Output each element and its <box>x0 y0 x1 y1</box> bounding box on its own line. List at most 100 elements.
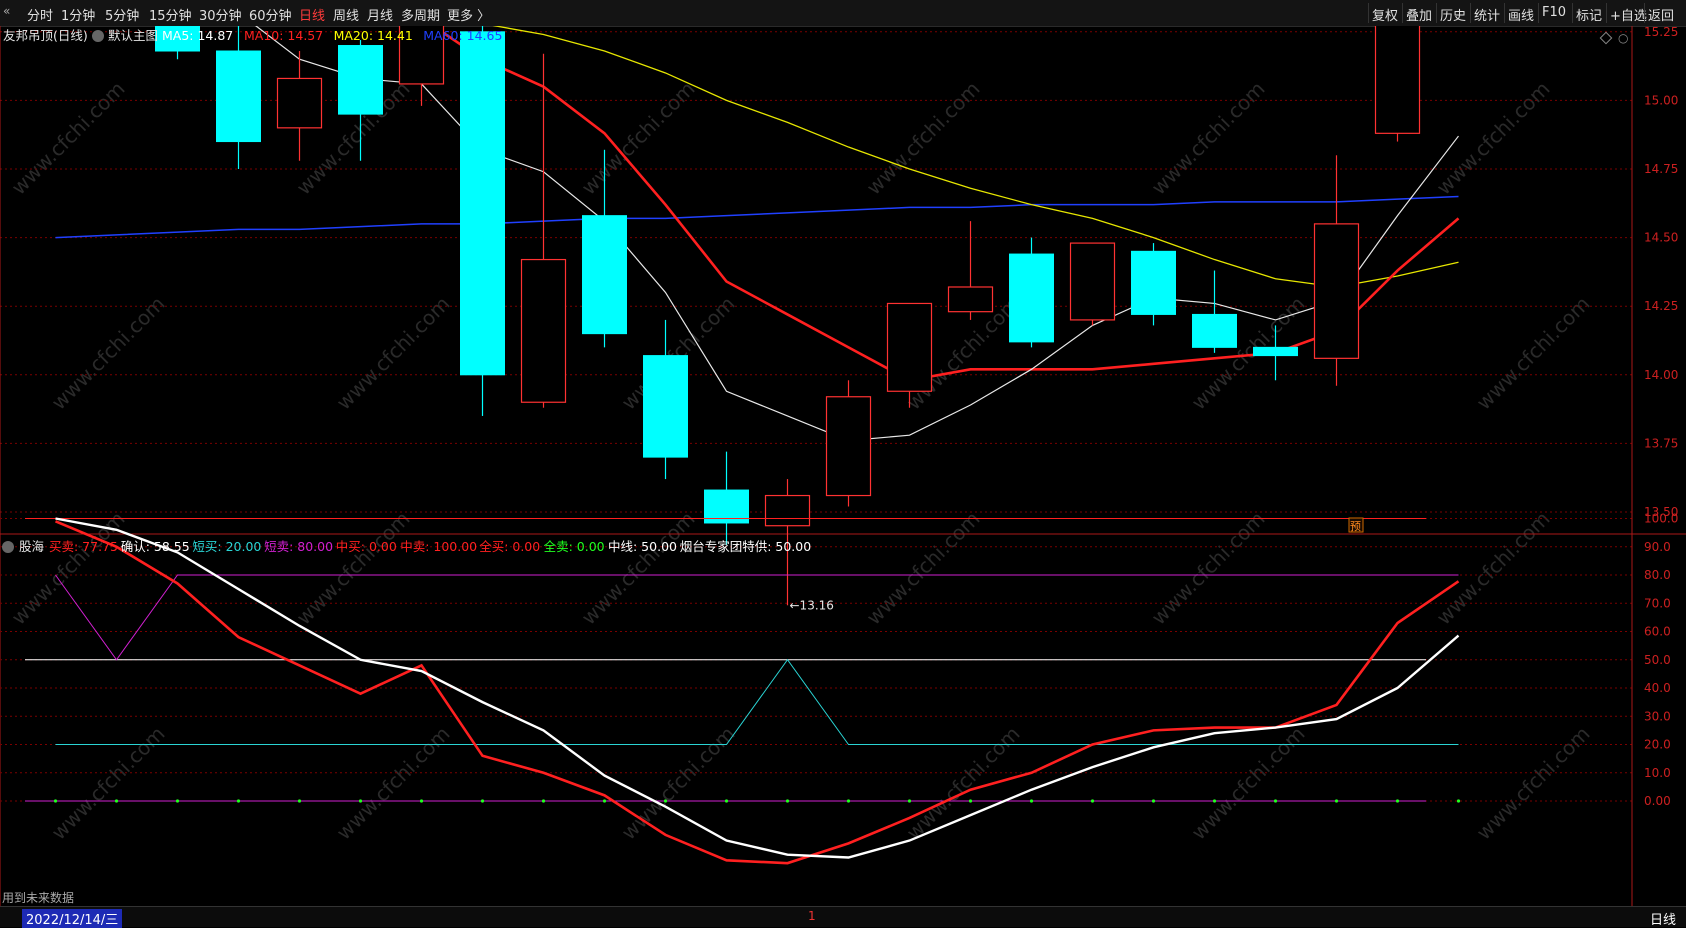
toolbar-button-4[interactable]: 画线 <box>1508 5 1534 24</box>
current-date: 2022/12/14/三 <box>22 909 123 928</box>
indicator-tick-label: 60.0 <box>1644 625 1671 639</box>
toolbar-button-5[interactable]: F10 <box>1542 5 1566 20</box>
indicator-series-2 <box>55 658 1459 745</box>
period-tab-6[interactable]: 日线 <box>299 5 325 24</box>
candle-body <box>338 45 383 115</box>
watermark-text: www.cfchi.com <box>902 722 1025 845</box>
watermark-text: www.cfchi.com <box>1147 507 1270 630</box>
indicator-readout-0: 买卖: 77.75 <box>49 539 118 554</box>
indicator-tick-label: 10.0 <box>1644 766 1671 780</box>
period-tab-1[interactable]: 1分钟 <box>61 5 95 24</box>
zero-dot <box>358 799 363 803</box>
zero-dot <box>175 799 180 803</box>
period-tab-2[interactable]: 5分钟 <box>105 5 139 24</box>
zero-dot <box>297 799 302 803</box>
back-arrows-icon[interactable]: « <box>3 4 10 18</box>
ma10-line <box>430 26 1460 382</box>
candle-body <box>1192 313 1237 348</box>
period-indicator[interactable]: 日线 <box>1650 909 1676 928</box>
legends: 友邦吊顶(日线) 默认主图 MA5: 14.87 MA10: 14.57 MA20: 1… <box>2 28 811 554</box>
indicator-tick-label: 0.00 <box>1644 794 1671 808</box>
period-tab-4[interactable]: 30分钟 <box>199 5 242 24</box>
watermark-text: www.cfchi.com <box>577 507 700 630</box>
period-tab-7[interactable]: 周线 <box>333 5 359 24</box>
candle-body <box>764 494 811 527</box>
indicator-readout-6: 全买: 0.00 <box>479 539 540 554</box>
candle-body <box>643 355 688 458</box>
period-tab-5[interactable]: 60分钟 <box>249 5 292 24</box>
period-tab-8[interactable]: 月线 <box>367 5 393 24</box>
indicator-tick-label: 30.0 <box>1644 709 1671 723</box>
indicator-tick-label: 90.0 <box>1644 540 1671 554</box>
zero-dot <box>419 799 424 803</box>
watermark-text: www.cfchi.com <box>862 507 985 630</box>
candle <box>1313 155 1360 386</box>
zero-dot <box>236 799 241 803</box>
candle-body <box>216 50 261 143</box>
zero-dot <box>541 799 546 803</box>
chart-title: 友邦吊顶(日线) <box>3 28 88 43</box>
candle <box>1192 270 1237 353</box>
candle-body <box>520 258 567 403</box>
toolbar-button-1[interactable]: 叠加 <box>1406 5 1432 24</box>
watermark-text: www.cfchi.com <box>7 77 130 200</box>
toolbar-button-8[interactable]: 返回 <box>1648 5 1674 24</box>
toolbar-separator <box>1572 3 1573 23</box>
candle-body <box>582 215 627 335</box>
zero-dot <box>1212 799 1217 803</box>
circle-dropdown-icon <box>2 541 14 553</box>
indicator-readout-4: 中买: 0.00 <box>336 539 397 554</box>
period-tab-0[interactable]: 分时 <box>27 5 53 24</box>
zero-dot <box>1090 799 1095 803</box>
candle <box>276 51 323 161</box>
toolbar-button-6[interactable]: 标记 <box>1576 5 1602 24</box>
indicator-readout-7: 全卖: 0.00 <box>544 539 605 554</box>
toolbar: « 分时 1分钟 5分钟 15分钟 30分钟 60分钟 日线 周线 月线 多周期 更多 〉 复权 叠加… <box>0 0 1686 27</box>
candle-body <box>886 302 933 392</box>
toolbar-button-0[interactable]: 复权 <box>1372 5 1398 24</box>
toolbar-separator <box>1402 3 1403 23</box>
toolbar-button-7[interactable]: +自选 <box>1610 5 1647 24</box>
indicator-tick-label: 50.0 <box>1644 653 1671 667</box>
period-tab-3[interactable]: 15分钟 <box>149 5 192 24</box>
zero-dot <box>53 799 58 803</box>
zero-dot <box>724 799 729 803</box>
zero-dot <box>1395 799 1400 803</box>
watermark-text: www.cfchi.com <box>292 507 415 630</box>
indicator-series-3 <box>55 574 1459 661</box>
ma60-line <box>55 195 1459 239</box>
zero-dot <box>1273 799 1278 803</box>
candle-body <box>1374 26 1421 134</box>
watermark-text: www.cfchi.com <box>47 292 170 415</box>
toolbar-separator <box>1504 3 1505 23</box>
scroll-marker[interactable]: 1 <box>808 909 816 923</box>
ma-readout-0: MA5: 14.87 <box>162 28 233 43</box>
candle <box>1069 242 1116 326</box>
period-tab-9[interactable]: 多周期 <box>401 5 440 24</box>
toolbar-button-3[interactable]: 统计 <box>1474 5 1500 24</box>
price-tick-label: 14.25 <box>1644 299 1678 313</box>
watermark-text: www.cfchi.com <box>1472 292 1595 415</box>
future-data-note: 用到未来数据 <box>2 891 75 905</box>
candle-body <box>1069 242 1116 321</box>
candle <box>704 451 749 545</box>
toolbar-button-2[interactable]: 历史 <box>1440 5 1466 24</box>
candle <box>947 221 994 320</box>
zero-dot <box>1334 799 1339 803</box>
zero-dot <box>480 799 485 803</box>
zero-dot <box>602 799 607 803</box>
watermark-text: www.cfchi.com <box>1147 77 1270 200</box>
zero-dot <box>785 799 790 803</box>
zero-dot <box>968 799 973 803</box>
candle-body <box>1313 223 1360 359</box>
zero-dot <box>1456 799 1461 803</box>
indicator-readout-3: 短卖: 80.00 <box>264 539 333 554</box>
period-tab-10[interactable]: 更多 〉 <box>447 5 490 24</box>
chart-area: www.cfchi.com www.cfchi.com www.cfchi.com w… <box>0 26 1686 906</box>
price-axes: 13.5013.7514.0014.2514.5014.7515.0015.25… <box>1631 26 1678 906</box>
price-tick-label: 14.50 <box>1644 231 1678 245</box>
indicator-tick-label: 20.0 <box>1644 738 1671 752</box>
candle <box>1009 237 1054 348</box>
zero-dot <box>663 799 668 803</box>
ma-readout-2: MA20: 14.41 <box>334 28 413 43</box>
